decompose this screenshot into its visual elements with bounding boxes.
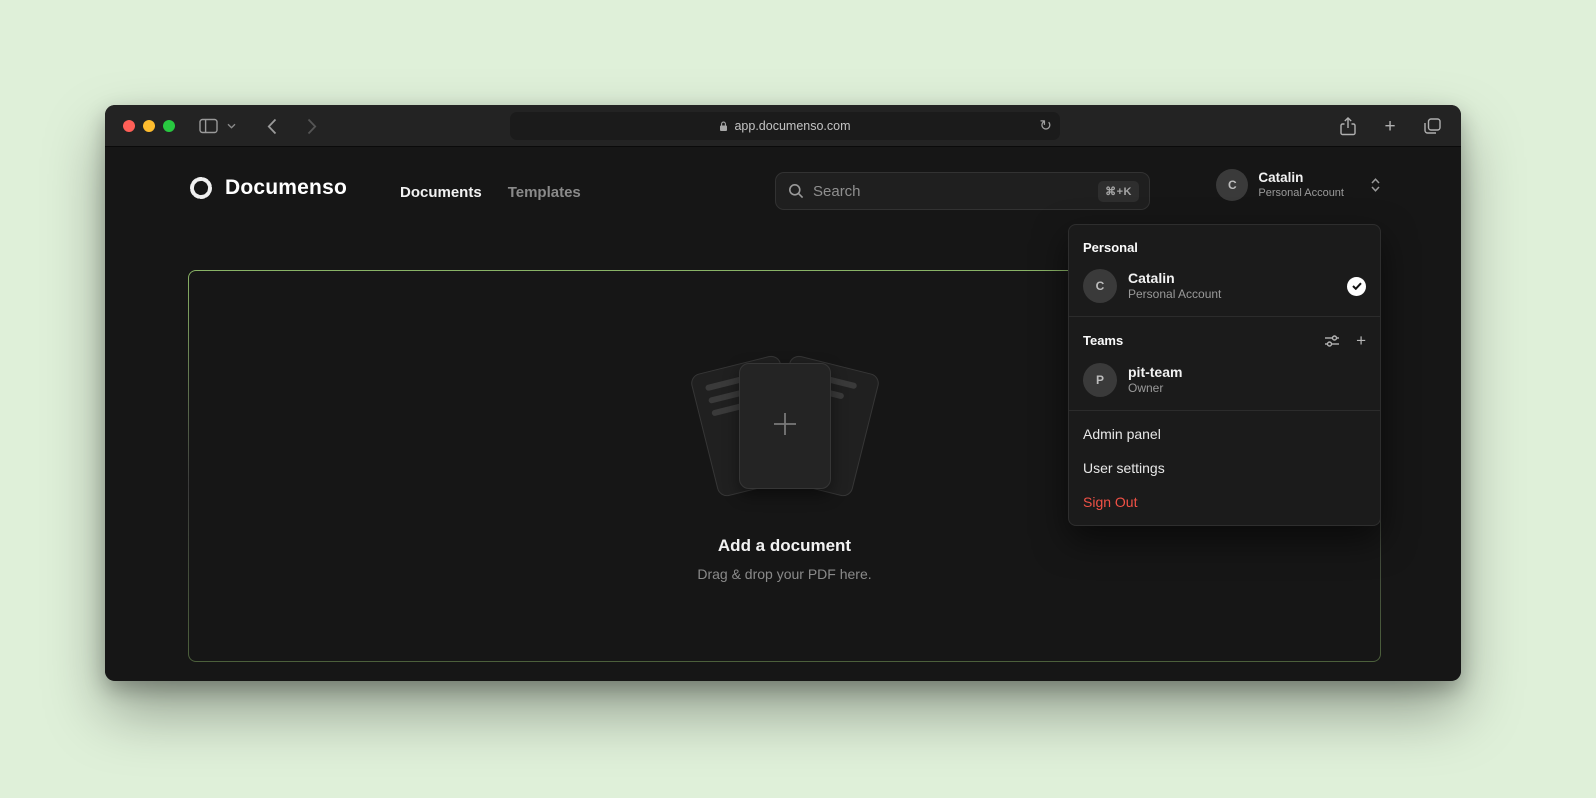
close-window-button[interactable]: [123, 120, 135, 132]
padlock-icon: [719, 121, 728, 132]
tab-overview-icon[interactable]: [1419, 113, 1445, 139]
browser-window: app.documenso.com ↻ +: [105, 105, 1461, 681]
brand-name: Documenso: [225, 176, 347, 200]
sidebar-chevron-down-icon[interactable]: [227, 113, 241, 139]
account-name: Catalin: [1258, 170, 1344, 187]
address-text: app.documenso.com: [734, 119, 850, 133]
dropzone-title: Add a document: [718, 536, 851, 556]
minimize-window-button[interactable]: [143, 120, 155, 132]
team-role: Owner: [1128, 381, 1366, 397]
forward-button[interactable]: [299, 113, 325, 139]
team-item[interactable]: P pit-team Owner: [1069, 356, 1380, 404]
menu-divider: [1069, 316, 1380, 317]
traffic-lights: [123, 120, 175, 132]
search-bar: ⌘+K: [775, 172, 1150, 210]
plus-icon: [771, 410, 799, 443]
account-menu-button[interactable]: C Catalin Personal Account: [1216, 169, 1381, 201]
team-name: pit-team: [1128, 363, 1366, 381]
refresh-icon[interactable]: ↻: [1039, 119, 1052, 134]
zoom-window-button[interactable]: [163, 120, 175, 132]
manage-teams-icon[interactable]: [1324, 334, 1340, 348]
main-nav: Documents Templates: [400, 147, 581, 237]
front-card: [739, 363, 831, 489]
account-text: Catalin Personal Account: [1258, 170, 1344, 201]
account-dropdown-menu: Personal C Catalin Personal Account Team…: [1068, 224, 1381, 526]
personal-account-subtitle: Personal Account: [1128, 287, 1336, 303]
documenso-logo-icon: [188, 175, 214, 201]
add-team-icon[interactable]: +: [1356, 332, 1366, 349]
history-nav: [259, 113, 325, 139]
documenso-app: Documenso Documents Templates ⌘+K C: [105, 147, 1461, 680]
personal-account-text: Catalin Personal Account: [1128, 269, 1336, 303]
search-input[interactable]: [813, 183, 1098, 200]
menu-item-sign-out[interactable]: Sign Out: [1069, 485, 1380, 519]
search-shortcut-badge: ⌘+K: [1098, 181, 1139, 202]
account-avatar: C: [1216, 169, 1248, 201]
personal-avatar: C: [1083, 269, 1117, 303]
personal-account-item[interactable]: C Catalin Personal Account: [1069, 262, 1380, 310]
teams-actions: +: [1324, 332, 1366, 349]
new-tab-icon[interactable]: +: [1377, 113, 1403, 139]
toolbar-right-controls: +: [1335, 105, 1445, 147]
browser-toolbar: app.documenso.com ↻ +: [105, 105, 1461, 147]
toolbar-left-controls: [195, 105, 325, 147]
selected-check-icon: [1347, 277, 1366, 296]
back-button[interactable]: [259, 113, 285, 139]
search-icon: [788, 183, 804, 199]
account-subtitle: Personal Account: [1258, 187, 1344, 201]
personal-account-name: Catalin: [1128, 269, 1336, 287]
nav-documents[interactable]: Documents: [400, 184, 482, 201]
nav-templates[interactable]: Templates: [508, 184, 581, 201]
teams-section-header: Teams +: [1069, 323, 1380, 356]
menu-item-user-settings[interactable]: User settings: [1069, 451, 1380, 485]
teams-section-label: Teams: [1083, 333, 1324, 348]
menu-item-admin-panel[interactable]: Admin panel: [1069, 417, 1380, 451]
menu-divider: [1069, 410, 1380, 411]
team-avatar: P: [1083, 363, 1117, 397]
share-icon[interactable]: [1335, 113, 1361, 139]
sidebar-toggle-icon[interactable]: [195, 113, 221, 139]
dropzone-subtitle: Drag & drop your PDF here.: [697, 566, 871, 582]
personal-section-label: Personal: [1069, 231, 1380, 262]
address-bar[interactable]: app.documenso.com ↻: [510, 112, 1060, 140]
brand-home-link[interactable]: Documenso: [188, 175, 347, 201]
document-stack-illustration: [670, 350, 900, 502]
team-text: pit-team Owner: [1128, 363, 1366, 397]
chevron-up-down-icon: [1370, 177, 1381, 193]
